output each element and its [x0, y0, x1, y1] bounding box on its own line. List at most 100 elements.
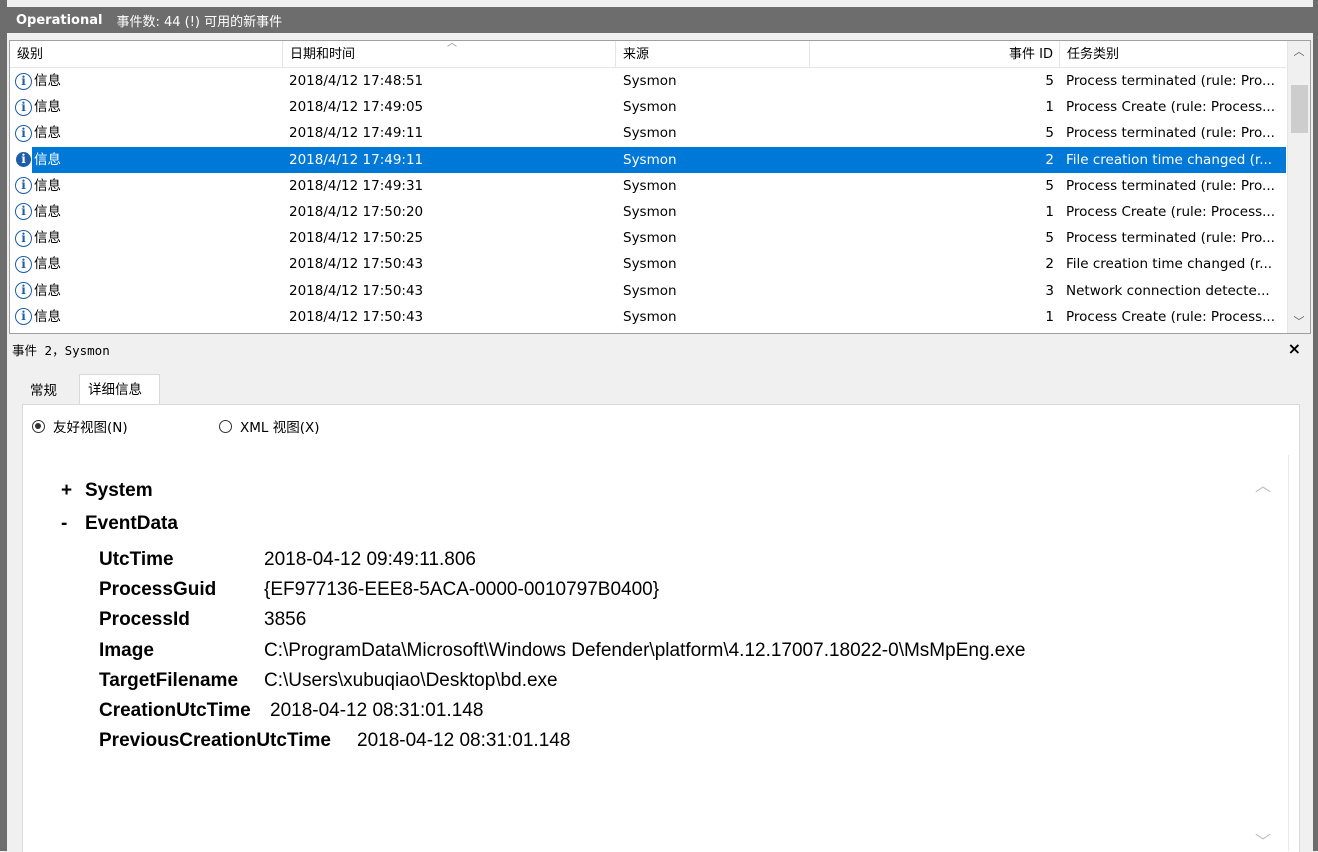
source-cell: Sysmon	[623, 230, 677, 247]
level-cell: i 信息	[15, 199, 285, 225]
datetime-cell: 2018/4/12 17:50:43	[289, 308, 424, 325]
event-data-field: PreviousCreationUtcTime 2018-04-12 08:31:…	[99, 726, 570, 756]
sort-caret-icon: ︿	[447, 40, 457, 49]
field-value: {EF977136-EEE8-5ACA-0000-0010797B0400}	[264, 579, 660, 601]
field-key: ProcessGuid	[99, 579, 217, 601]
expand-icon[interactable]: +	[61, 480, 85, 502]
table-row[interactable]: i 信息 2018/4/12 17:49:31 Sysmon 5 Process term…	[10, 173, 1286, 199]
event-id-cell: 1	[1045, 308, 1054, 325]
task-category-cell: Process terminated (rule: Pro...	[1066, 73, 1275, 89]
info-icon: i	[15, 124, 32, 142]
field-value: 2018-04-12 09:49:11.806	[264, 549, 476, 570]
table-row[interactable]: i 信息 2018/4/12 17:49:05 Sysmon 1 Process Crea…	[10, 94, 1286, 120]
detail-scroll-up-icon[interactable]: ︿	[1255, 472, 1271, 496]
task-category-cell: File creation time changed (r...	[1066, 256, 1273, 273]
radio-selected-icon[interactable]	[32, 419, 45, 433]
task-category-cell: Process terminated (rule: Pro...	[1066, 125, 1275, 142]
detail-scroll-down-icon[interactable]: ﹀	[1255, 828, 1271, 852]
table-row[interactable]: i 信息 2018/4/12 17:50:25 Sysmon 5 Process term…	[10, 225, 1286, 251]
field-key: UtcTime	[99, 549, 174, 570]
window-frame-left	[0, 0, 7, 851]
table-row[interactable]: i 信息 2018/4/12 17:50:43 Sysmon 1 Process Crea…	[10, 304, 1286, 330]
eventdata-node[interactable]: - EventData	[61, 513, 178, 535]
event-id-cell: 5	[1045, 73, 1054, 89]
field-value: 3856	[264, 609, 307, 631]
task-category-cell: Process Create (rule: Process...	[1066, 99, 1276, 116]
scroll-down-icon[interactable]: ﹀	[1288, 313, 1310, 331]
level-cell: i 信息	[15, 173, 285, 199]
event-rows: i 信息 2018/4/12 17:48:51 Sysmon 5 Process term…	[10, 68, 1286, 330]
event-list[interactable]: 级别 日期和时间 ︿ 来源 事件 ID 任务类别 i 信息 2018/4/12 17…	[9, 40, 1311, 334]
table-row[interactable]: i 信息 2018/4/12 17:50:43 Sysmon 2 File creatio…	[10, 251, 1286, 277]
info-icon: i	[15, 177, 32, 195]
log-name: Operational	[16, 12, 103, 28]
datetime-cell: 2018/4/12 17:50:20	[289, 203, 424, 220]
column-header-event-id[interactable]: 事件 ID	[810, 41, 1060, 67]
datetime-cell: 2018/4/12 17:49:11	[289, 151, 424, 168]
column-header-source[interactable]: 来源	[616, 41, 810, 67]
level-cell: i 信息	[15, 120, 285, 146]
field-value: 2018-04-12 08:31:01.148	[270, 700, 484, 721]
list-header: 级别 日期和时间 ︿ 来源 事件 ID 任务类别	[10, 41, 1286, 68]
friendly-view-option[interactable]: 友好视图(N)	[32, 416, 128, 436]
event-data-field: ProcessGuid {EF977136-EEE8-5ACA-0000-0010…	[99, 575, 659, 605]
tab-general[interactable]: 常规	[22, 377, 65, 404]
system-node[interactable]: + System	[61, 480, 153, 502]
tab-details[interactable]: 详细信息	[79, 374, 160, 405]
field-key: Image	[99, 639, 154, 661]
radio-unselected-icon[interactable]	[219, 419, 232, 433]
event-id-cell: 5	[1045, 230, 1054, 247]
task-category-cell: Process Create (rule: Process...	[1066, 203, 1276, 220]
source-cell: Sysmon	[623, 125, 677, 142]
field-key: CreationUtcTime	[99, 700, 251, 721]
event-id-cell: 1	[1045, 203, 1054, 220]
event-data-field: CreationUtcTime 2018-04-12 08:31:01.148	[99, 696, 483, 726]
datetime-cell: 2018/4/12 17:50:43	[289, 282, 424, 299]
column-header-level[interactable]: 级别	[10, 41, 283, 67]
column-header-task-category[interactable]: 任务类别	[1060, 41, 1286, 67]
table-row[interactable]: i 信息 2018/4/12 17:49:11 Sysmon 2 File creatio…	[10, 146, 1286, 173]
info-icon: i	[15, 229, 32, 247]
window-frame-right	[1313, 0, 1318, 851]
task-category-cell: Network connection detecte...	[1066, 282, 1270, 299]
task-category-cell: Process Create (rule: Process...	[1066, 308, 1276, 325]
level-cell: i 信息	[15, 68, 285, 94]
xml-view-option[interactable]: XML 视图(X)	[219, 416, 320, 436]
source-cell: Sysmon	[623, 308, 677, 325]
event-data-field: UtcTime 2018-04-12 09:49:11.806	[99, 545, 476, 575]
detail-title: 事件 2，Sysmon	[12, 343, 110, 358]
task-category-cell: Process terminated (rule: Pro...	[1066, 230, 1275, 247]
datetime-cell: 2018/4/12 17:49:11	[289, 125, 424, 142]
table-row[interactable]: i 信息 2018/4/12 17:48:51 Sysmon 5 Process term…	[10, 68, 1286, 94]
level-cell: i 信息	[15, 304, 285, 330]
task-category-cell: Process terminated (rule: Pro...	[1066, 177, 1275, 194]
info-icon: i	[15, 98, 32, 116]
level-cell: i 信息	[15, 147, 285, 173]
scroll-up-icon[interactable]: ︿	[1288, 43, 1310, 61]
event-data-field: TargetFilename C:\Users\xubuqiao\Desktop\…	[99, 666, 558, 696]
event-id-cell: 5	[1045, 125, 1054, 142]
datetime-cell: 2018/4/12 17:50:43	[289, 256, 424, 273]
info-icon: i	[15, 282, 32, 299]
source-cell: Sysmon	[623, 177, 677, 194]
scroll-thumb[interactable]	[1291, 85, 1308, 133]
table-row[interactable]: i 信息 2018/4/12 17:50:20 Sysmon 1 Process Crea…	[10, 199, 1286, 225]
field-value: C:\ProgramData\Microsoft\Windows Defende…	[264, 639, 1026, 661]
source-cell: Sysmon	[623, 203, 677, 220]
event-id-cell: 2	[1045, 256, 1054, 273]
info-icon: i	[15, 72, 32, 90]
info-icon: i	[15, 151, 32, 169]
source-cell: Sysmon	[623, 151, 677, 168]
field-key: PreviousCreationUtcTime	[99, 730, 331, 752]
list-scrollbar[interactable]: ︿ ﹀	[1287, 41, 1310, 333]
datetime-cell: 2018/4/12 17:49:05	[289, 99, 424, 116]
table-row[interactable]: i 信息 2018/4/12 17:49:11 Sysmon 5 Process term…	[10, 120, 1286, 146]
source-cell: Sysmon	[623, 99, 677, 116]
datetime-cell: 2018/4/12 17:49:31	[289, 177, 424, 194]
collapse-icon[interactable]: -	[61, 513, 85, 535]
close-icon[interactable]: ×	[1288, 339, 1301, 358]
event-data-field: ProcessId 3856	[99, 605, 306, 635]
event-id-cell: 1	[1045, 99, 1054, 116]
source-cell: Sysmon	[623, 282, 677, 299]
table-row[interactable]: i 信息 2018/4/12 17:50:43 Sysmon 3 Network conn…	[10, 278, 1286, 304]
